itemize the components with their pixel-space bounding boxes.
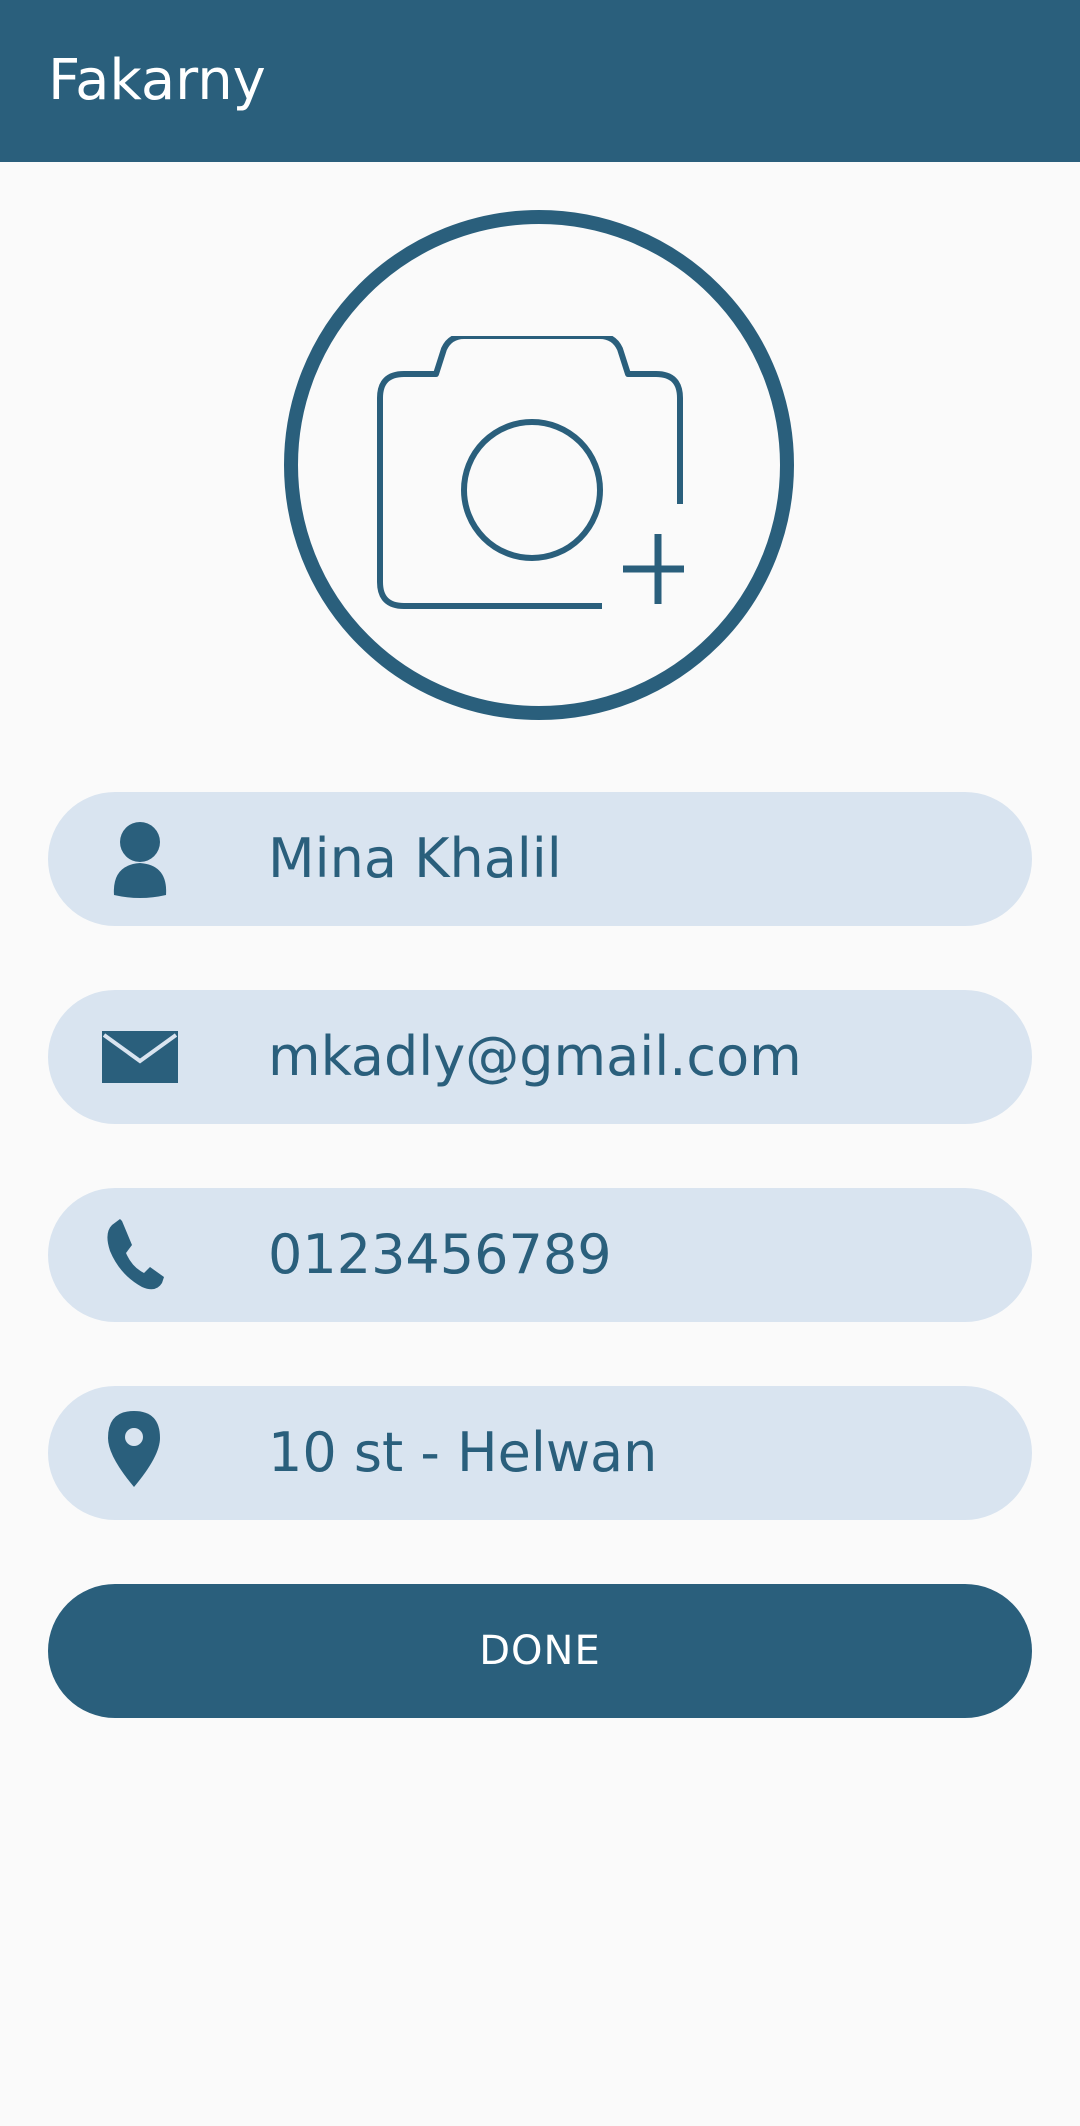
- address-value: 10 st - Helwan: [268, 1421, 658, 1484]
- address-field[interactable]: 10 st - Helwan: [48, 1386, 1032, 1520]
- app-title: Fakarny: [48, 48, 266, 113]
- name-value: Mina Khalil: [268, 827, 562, 890]
- phone-value: 0123456789: [268, 1223, 612, 1286]
- email-icon: [98, 1015, 182, 1099]
- done-button[interactable]: DONE: [48, 1584, 1032, 1718]
- app-bar: Fakarny: [0, 0, 1080, 162]
- camera-add-icon: [377, 336, 684, 609]
- person-icon: [98, 817, 182, 901]
- phone-field[interactable]: 0123456789: [48, 1188, 1032, 1322]
- email-value: mkadly@gmail.com: [268, 1025, 802, 1088]
- add-photo-button[interactable]: [284, 210, 794, 720]
- email-field[interactable]: mkadly@gmail.com: [48, 990, 1032, 1124]
- phone-icon: [98, 1213, 182, 1297]
- location-pin-icon: [98, 1411, 182, 1495]
- name-field[interactable]: Mina Khalil: [48, 792, 1032, 926]
